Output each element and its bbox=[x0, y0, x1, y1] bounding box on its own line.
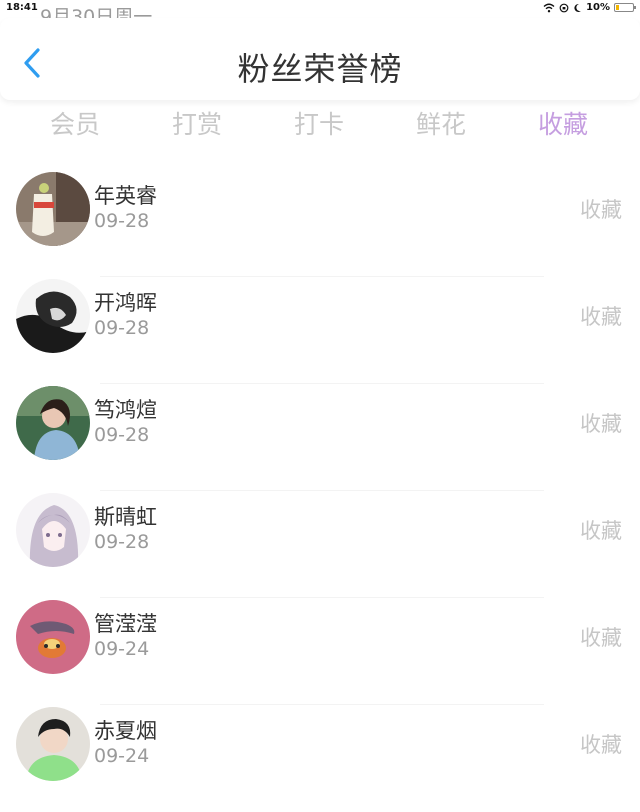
status-bar: 18:41 9月30日周一 10% bbox=[0, 0, 640, 28]
fan-name: 年英睿 bbox=[94, 184, 157, 208]
page-title: 粉丝荣誉榜 bbox=[237, 50, 403, 88]
list-item[interactable]: 赤夏烟 09-24 收藏 bbox=[0, 705, 640, 812]
fan-name: 斯晴虹 bbox=[94, 505, 157, 529]
favorite-label: 收藏 bbox=[580, 305, 622, 329]
favorite-label: 收藏 bbox=[580, 412, 622, 436]
list-item[interactable]: 斯晴虹 09-28 收藏 bbox=[0, 491, 640, 598]
fan-name: 开鸿晖 bbox=[94, 291, 157, 315]
fan-list: 年英睿 09-28 收藏 开鸿晖 09-28 收藏 笃鸿煊 09-28 收藏 斯… bbox=[0, 170, 640, 812]
fan-date: 09-24 bbox=[94, 638, 150, 660]
list-item[interactable]: 年英睿 09-28 收藏 bbox=[0, 170, 640, 277]
status-indicators: 10% bbox=[543, 2, 636, 13]
fan-date: 09-28 bbox=[94, 210, 150, 232]
fan-date: 09-24 bbox=[94, 745, 150, 767]
avatar bbox=[16, 600, 90, 674]
tab-member[interactable]: 会员 bbox=[14, 102, 136, 148]
nav-bar: 粉丝荣誉榜 bbox=[0, 18, 640, 100]
fan-name: 赤夏烟 bbox=[94, 719, 157, 743]
fan-name: 笃鸿煊 bbox=[94, 398, 157, 422]
list-item[interactable]: 开鸿晖 09-28 收藏 bbox=[0, 277, 640, 384]
fan-date: 09-28 bbox=[94, 317, 150, 339]
battery-icon bbox=[614, 3, 636, 12]
avatar bbox=[16, 279, 90, 353]
moon-icon bbox=[574, 3, 582, 12]
favorite-label: 收藏 bbox=[580, 626, 622, 650]
fan-date: 09-28 bbox=[94, 424, 150, 446]
avatar bbox=[16, 707, 90, 781]
list-item[interactable]: 笃鸿煊 09-28 收藏 bbox=[0, 384, 640, 491]
favorite-label: 收藏 bbox=[580, 519, 622, 543]
tab-favorites[interactable]: 收藏 bbox=[502, 102, 624, 148]
tab-flowers[interactable]: 鲜花 bbox=[380, 102, 502, 148]
avatar bbox=[16, 172, 90, 246]
fan-name: 管滢滢 bbox=[94, 612, 157, 636]
tab-reward[interactable]: 打赏 bbox=[136, 102, 258, 148]
wifi-icon bbox=[543, 3, 555, 12]
orientation-lock-icon bbox=[559, 3, 569, 12]
fan-date: 09-28 bbox=[94, 531, 150, 553]
battery-percent: 10% bbox=[586, 2, 610, 13]
favorite-label: 收藏 bbox=[580, 198, 622, 222]
avatar bbox=[16, 386, 90, 460]
list-item[interactable]: 管滢滢 09-24 收藏 bbox=[0, 598, 640, 705]
tab-checkin[interactable]: 打卡 bbox=[258, 102, 380, 148]
status-time: 18:41 bbox=[6, 2, 38, 13]
avatar bbox=[16, 493, 90, 567]
tab-bar: 会员 打赏 打卡 鲜花 收藏 bbox=[0, 102, 640, 148]
favorite-label: 收藏 bbox=[580, 733, 622, 757]
